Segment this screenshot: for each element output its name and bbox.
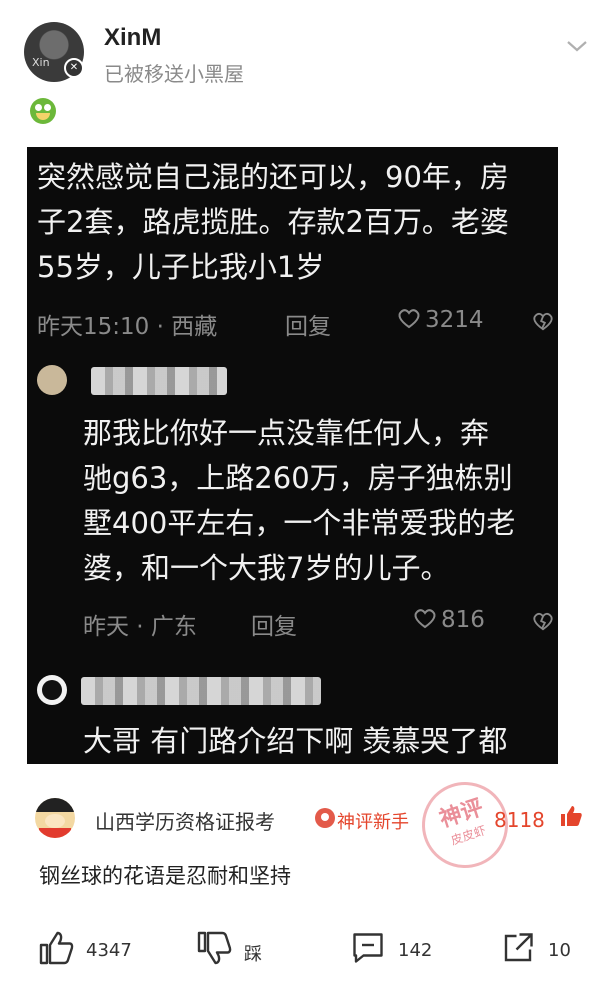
reply-2-text: 大哥 有门路介绍下啊 羡慕哭了都	[83, 724, 508, 758]
award-badge-icon	[315, 808, 335, 828]
comment-button[interactable]: 142	[350, 928, 450, 968]
user-status: 已被移送小黑屋	[104, 62, 244, 86]
hot-comment-user[interactable]: 山西学历资格证报考	[95, 806, 275, 835]
heart-icon	[398, 309, 420, 329]
main-reply-button[interactable]: 回复	[285, 307, 331, 341]
like-count: 4347	[86, 940, 132, 961]
like-button[interactable]: 4347	[38, 928, 138, 968]
hot-comment-tag: 神评新手	[337, 812, 409, 833]
reply-2-username-blurred	[81, 677, 321, 705]
share-icon	[504, 933, 533, 962]
main-like-count[interactable]: 3214	[397, 307, 484, 333]
broken-heart-icon[interactable]	[532, 310, 554, 332]
dislike-button[interactable]: 踩	[196, 928, 276, 968]
reply-username-blurred	[91, 367, 227, 395]
hot-comment-likes: 8118	[494, 808, 545, 832]
banned-badge-icon: ✕	[64, 58, 84, 78]
main-comment-meta: 昨天15:10 · 西藏	[37, 314, 218, 340]
dislike-label: 踩	[244, 944, 262, 965]
reply-1-line: 那我比你好一点没靠任何人，奔	[83, 416, 490, 450]
reply-1-text: 那我比你好一点没靠任何人，奔 驰g63，上路260万，房子独栋别 墅400平左右…	[83, 411, 515, 591]
reply-1-like-number: 816	[441, 607, 485, 633]
reply-2-avatar[interactable]	[37, 675, 67, 705]
reply-1-reply-button[interactable]: 回复	[251, 607, 297, 641]
reply-1-line: 驰g63，上路260万，房子独栋别	[83, 461, 513, 495]
share-button[interactable]: 10	[500, 928, 590, 968]
reply-1-line: 婆，和一个大我7岁的儿子。	[83, 551, 450, 585]
comment-icon	[353, 933, 383, 963]
share-count: 10	[548, 940, 571, 961]
hot-comment-text: 钢丝球的花语是忍耐和坚持	[39, 864, 291, 888]
main-comment-line: 子2套，路虎揽胜。存款2百万。老婆	[37, 205, 509, 239]
action-bar: 4347 踩 142 10	[0, 920, 615, 980]
comment-screenshot[interactable]: 突然感觉自己混的还可以，90年，房 子2套，路虎揽胜。存款2百万。老婆 55岁，…	[27, 147, 558, 764]
chevron-down-icon[interactable]	[566, 38, 588, 54]
main-comment-line: 55岁，儿子比我小1岁	[37, 250, 325, 284]
main-like-number: 3214	[425, 307, 484, 333]
hot-comment[interactable]: 山西学历资格证报考 神评新手 神评 皮皮虾 8118 钢丝球的花语是忍耐和坚持	[27, 770, 587, 900]
main-comment-text: 突然感觉自己混的还可以，90年，房 子2套，路虎揽胜。存款2百万。老婆 55岁，…	[37, 155, 509, 290]
avatar-label: Xin	[32, 56, 50, 69]
main-comment-line: 突然感觉自己混的还可以，90年，房	[37, 160, 509, 194]
broken-heart-icon[interactable]	[532, 610, 554, 632]
username[interactable]: XinM	[104, 24, 161, 52]
reply-1-meta: 昨天 · 广东	[83, 614, 197, 640]
hot-comment-avatar[interactable]	[35, 798, 75, 838]
post-header: Xin ✕ XinM 已被移送小黑屋	[0, 0, 615, 100]
reply-1-like-count[interactable]: 816	[413, 607, 485, 633]
thumb-up-icon	[39, 931, 74, 965]
comment-count: 142	[398, 940, 433, 961]
thumb-up-icon[interactable]	[559, 804, 583, 828]
reply-avatar[interactable]	[37, 365, 67, 395]
heart-icon	[414, 609, 436, 629]
reply-1-line: 墅400平左右，一个非常爱我的老	[83, 506, 516, 540]
emoji-icon	[30, 98, 56, 124]
thumb-down-icon	[197, 931, 232, 965]
